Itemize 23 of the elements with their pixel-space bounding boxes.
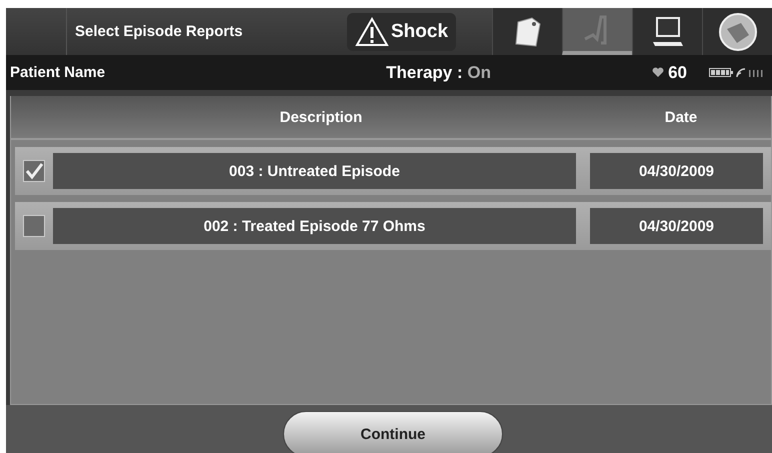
heart-icon bbox=[652, 67, 664, 78]
checkbox[interactable] bbox=[23, 160, 45, 182]
shock-indicator: Shock bbox=[347, 12, 456, 50]
episode-description[interactable]: 003 : Untreated Episode bbox=[53, 153, 576, 189]
logo-icon bbox=[718, 12, 756, 50]
warning-icon bbox=[355, 16, 389, 46]
episode-description[interactable]: 002 : Treated Episode 77 Ohms bbox=[53, 208, 576, 244]
column-header: Date bbox=[664, 108, 698, 126]
battery-icon bbox=[709, 68, 733, 77]
patient-name: Patient Name bbox=[10, 64, 106, 81]
episode-date[interactable]: 04/30/2009 bbox=[590, 208, 763, 244]
screen-title: Select Episode Reports bbox=[75, 23, 243, 40]
therapy-status: Therapy : On bbox=[386, 62, 491, 82]
toolbar-tab[interactable] bbox=[702, 8, 772, 55]
toolbar-tab[interactable] bbox=[492, 8, 562, 55]
column-header: Description bbox=[278, 108, 364, 126]
tag-icon bbox=[514, 16, 542, 48]
checkbox[interactable] bbox=[23, 215, 45, 237]
heart-rate: 60 bbox=[668, 62, 687, 82]
toolbar-tab[interactable] bbox=[632, 8, 702, 55]
continue-button[interactable]: Continue bbox=[283, 411, 503, 453]
episode-date[interactable]: 04/30/2009 bbox=[590, 153, 763, 189]
computer-icon bbox=[650, 16, 684, 48]
